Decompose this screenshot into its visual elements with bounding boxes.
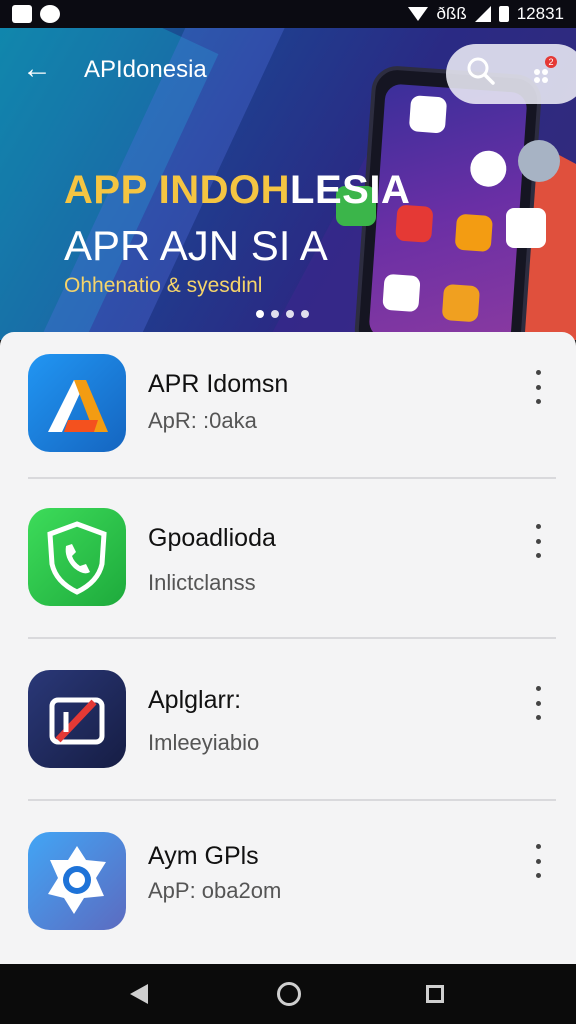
app-name: Aplglarr: <box>148 686 242 714</box>
orbit-icon <box>518 140 560 182</box>
app-icon-orange <box>454 213 494 253</box>
nav-recents-icon[interactable] <box>426 985 444 1003</box>
more-vert-icon[interactable] <box>528 524 548 558</box>
carousel-dot[interactable] <box>286 310 294 318</box>
app-subtitle: Inlictclanss <box>148 570 256 595</box>
list-item[interactable]: Gpoadlioda Inlictclanss <box>0 492 576 652</box>
hero-banner[interactable]: ← APIdonesia 2 APP INDOHLESIA APR AJN SI… <box>0 28 576 340</box>
game-icon <box>40 5 60 23</box>
phone-shield-icon <box>28 508 126 606</box>
nav-home-icon[interactable] <box>277 982 301 1006</box>
more-vert-icon[interactable] <box>528 370 548 404</box>
app-name: APR Idomsn <box>148 370 289 398</box>
app-icon-shop <box>408 95 448 134</box>
battery-icon <box>498 6 509 22</box>
mirror-icon <box>28 670 126 768</box>
notification-badge: 2 <box>545 56 557 68</box>
status-bar: ðßß 12831 <box>0 0 576 28</box>
divider <box>28 799 556 801</box>
hero-tagline: Ohhenatio & syesdinl <box>64 274 263 297</box>
divider <box>28 637 556 639</box>
list-item[interactable]: Aplglarr: Imleeyiabio <box>0 652 576 812</box>
app-icon-chrome-2 <box>441 283 481 323</box>
hero-subtitle: APR AJN SI A <box>64 222 328 269</box>
camera-ring-icon <box>28 832 126 930</box>
notification-icon <box>12 5 32 23</box>
more-vert-icon[interactable] <box>528 844 548 878</box>
divider <box>28 477 556 479</box>
back-arrow-icon[interactable]: ← <box>22 54 56 84</box>
carousel-dot[interactable] <box>271 310 279 318</box>
list-item[interactable]: APR Idomsn ApR: :0aka <box>0 332 576 492</box>
app-subtitle: ApP: oba2om <box>148 878 282 903</box>
app-icon-blue <box>382 273 421 313</box>
carousel-dot[interactable] <box>301 310 309 318</box>
carrier-text: ðßß <box>436 4 467 23</box>
hero-title-part2: LESIA <box>290 168 411 212</box>
clock: 12831 <box>516 4 564 23</box>
app-icon-chrome <box>469 149 508 188</box>
more-vert-icon[interactable] <box>528 686 548 720</box>
carousel-dot[interactable] <box>256 310 264 318</box>
hero-title-part1: APP INDOH <box>64 168 291 212</box>
app-list: APR Idomsn ApR: :0aka Gpoadlioda Inlictc… <box>0 332 576 964</box>
app-name: Aym GPls <box>148 842 259 870</box>
nav-back-icon[interactable] <box>130 984 148 1004</box>
signal-icon <box>474 6 491 22</box>
navigation-bar <box>0 964 576 1024</box>
hero-title: APP INDOHLESIA <box>64 168 410 213</box>
carousel-indicator[interactable] <box>256 310 309 318</box>
a-logo-icon <box>28 354 126 452</box>
app-subtitle: ApR: :0aka <box>148 408 257 433</box>
app-title: APIdonesia <box>84 56 207 83</box>
search-icon[interactable] <box>466 56 496 86</box>
list-item[interactable]: Aym GPls ApP: oba2om <box>0 814 576 974</box>
app-name: Gpoadlioda <box>148 524 276 552</box>
wifi-icon <box>408 7 429 21</box>
play-store-icon <box>506 208 546 248</box>
app-subtitle: Imleeyiabio <box>148 730 260 755</box>
